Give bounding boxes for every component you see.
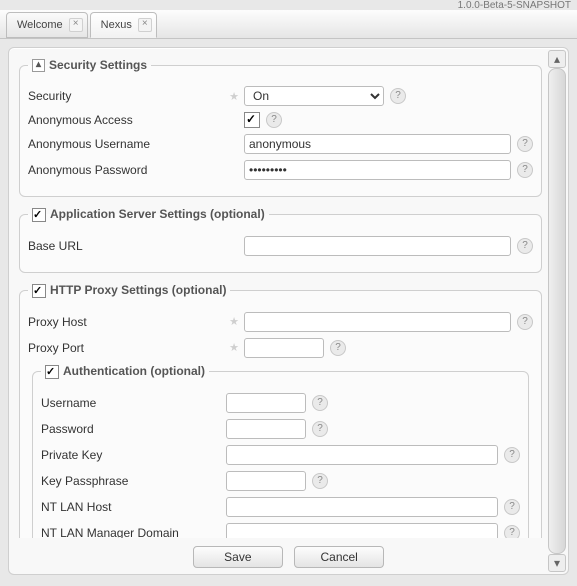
security-settings-group: ▴ Security Settings Security ★ On ? Anony… bbox=[19, 58, 542, 197]
appserver-settings-group: Application Server Settings (optional) B… bbox=[19, 207, 542, 273]
required-icon: ★ bbox=[228, 315, 240, 328]
tab-bar: Welcome × Nexus × bbox=[0, 10, 577, 39]
required-icon: ★ bbox=[228, 341, 240, 354]
tab-label: Nexus bbox=[101, 19, 132, 31]
security-settings-legend[interactable]: ▴ Security Settings bbox=[28, 58, 151, 72]
proxy-settings-legend[interactable]: HTTP Proxy Settings (optional) bbox=[28, 283, 230, 298]
legend-text: Authentication (optional) bbox=[63, 364, 205, 378]
help-icon[interactable]: ? bbox=[504, 525, 520, 538]
proxy-settings-group: HTTP Proxy Settings (optional) Proxy Hos… bbox=[19, 283, 542, 538]
panel: ▴ Security Settings Security ★ On ? Anony… bbox=[8, 47, 569, 575]
help-icon[interactable]: ? bbox=[517, 136, 533, 152]
close-icon[interactable]: × bbox=[138, 18, 152, 32]
checkbox-icon[interactable] bbox=[32, 284, 46, 298]
help-icon[interactable]: ? bbox=[312, 421, 328, 437]
security-label: Security bbox=[28, 89, 228, 103]
checkbox-icon[interactable] bbox=[45, 365, 59, 379]
legend-text: Application Server Settings (optional) bbox=[50, 207, 265, 221]
anon-pass-input[interactable] bbox=[244, 160, 511, 180]
proxy-port-label: Proxy Port bbox=[28, 341, 228, 355]
vertical-scrollbar[interactable] bbox=[548, 68, 566, 554]
help-icon[interactable]: ? bbox=[504, 499, 520, 515]
help-icon[interactable]: ? bbox=[312, 395, 328, 411]
help-icon[interactable]: ? bbox=[504, 447, 520, 463]
auth-user-input[interactable] bbox=[226, 393, 306, 413]
close-icon[interactable]: × bbox=[69, 18, 83, 32]
cancel-button[interactable]: Cancel bbox=[294, 546, 384, 568]
scroll-up-icon[interactable]: ▴ bbox=[548, 50, 566, 68]
required-icon: ★ bbox=[228, 90, 240, 103]
anon-user-label: Anonymous Username bbox=[28, 137, 228, 151]
auth-group: Authentication (optional) Username ? Pas… bbox=[32, 364, 529, 538]
legend-text: HTTP Proxy Settings (optional) bbox=[50, 283, 226, 297]
help-icon[interactable]: ? bbox=[266, 112, 282, 128]
auth-privkey-label: Private Key bbox=[41, 448, 226, 462]
help-icon[interactable]: ? bbox=[517, 238, 533, 254]
baseurl-input[interactable] bbox=[244, 236, 511, 256]
help-icon[interactable]: ? bbox=[517, 314, 533, 330]
legend-text: Security Settings bbox=[49, 58, 147, 72]
security-select[interactable]: On bbox=[244, 86, 384, 106]
ntlan-domain-label: NT LAN Manager Domain bbox=[41, 526, 226, 538]
ntlan-host-input[interactable] bbox=[226, 497, 498, 517]
proxy-port-input[interactable] bbox=[244, 338, 324, 358]
proxy-host-label: Proxy Host bbox=[28, 315, 228, 329]
tab-label: Welcome bbox=[17, 19, 63, 31]
ntlan-domain-input[interactable] bbox=[226, 523, 498, 538]
auth-privkey-input[interactable] bbox=[226, 445, 498, 465]
auth-pass-input[interactable] bbox=[226, 419, 306, 439]
help-icon[interactable]: ? bbox=[517, 162, 533, 178]
help-icon[interactable]: ? bbox=[330, 340, 346, 356]
help-icon[interactable]: ? bbox=[312, 473, 328, 489]
appserver-settings-legend[interactable]: Application Server Settings (optional) bbox=[28, 207, 269, 222]
auth-passphrase-label: Key Passphrase bbox=[41, 474, 226, 488]
checkbox-icon[interactable] bbox=[32, 208, 46, 222]
auth-user-label: Username bbox=[41, 396, 226, 410]
form-content: ▴ Security Settings Security ★ On ? Anony… bbox=[15, 54, 546, 538]
collapse-icon[interactable]: ▴ bbox=[32, 59, 45, 72]
save-button[interactable]: Save bbox=[193, 546, 283, 568]
ntlan-host-label: NT LAN Host bbox=[41, 500, 226, 514]
auth-legend[interactable]: Authentication (optional) bbox=[41, 364, 209, 379]
auth-pass-label: Password bbox=[41, 422, 226, 436]
anon-access-checkbox[interactable] bbox=[244, 112, 260, 128]
baseurl-label: Base URL bbox=[28, 239, 228, 253]
help-icon[interactable]: ? bbox=[390, 88, 406, 104]
anon-pass-label: Anonymous Password bbox=[28, 163, 228, 177]
button-bar: Save Cancel bbox=[9, 546, 568, 568]
auth-passphrase-input[interactable] bbox=[226, 471, 306, 491]
tab-welcome[interactable]: Welcome × bbox=[6, 12, 88, 38]
anon-user-input[interactable] bbox=[244, 134, 511, 154]
version-label: 1.0.0-Beta-5-SNAPSHOT bbox=[458, 0, 571, 11]
proxy-host-input[interactable] bbox=[244, 312, 511, 332]
anon-access-label: Anonymous Access bbox=[28, 113, 228, 127]
tab-nexus[interactable]: Nexus × bbox=[90, 12, 157, 38]
